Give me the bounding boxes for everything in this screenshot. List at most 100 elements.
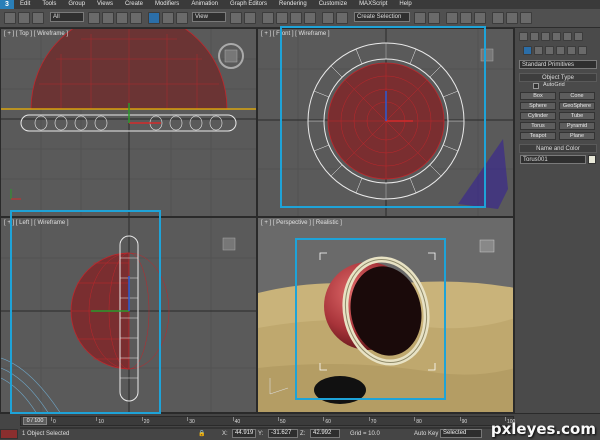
top-view-geometry [1,29,256,216]
x-coord-label: X: [222,431,228,437]
select-manipulate-icon[interactable] [244,12,256,24]
selection-filter-dropdown[interactable]: All [50,12,84,22]
menu-modifiers[interactable]: Modifiers [149,0,185,9]
auto-key-label[interactable]: Auto Key [414,431,438,437]
rendered-frame-icon[interactable] [506,12,518,24]
menu-customize[interactable]: Customize [313,0,353,9]
timeline-tick-label: 80 [416,419,422,425]
timeline-tick-label: 70 [370,419,377,425]
angle-snap-icon[interactable] [276,12,288,24]
bind-space-warp-icon[interactable] [32,12,44,24]
utilities-tab-icon[interactable] [574,32,583,41]
motion-tab-icon[interactable] [552,32,561,41]
time-slider[interactable]: 0 / 100 0 10 20 30 40 50 60 70 80 90 100 [20,416,515,426]
graphite-ribbon-icon[interactable] [428,12,440,24]
select-by-name-icon[interactable] [102,12,114,24]
cylinder-button[interactable]: Cylinder [520,112,556,120]
viewport-perspective-label[interactable]: [ + ] [ Perspective ] [ Realistic ] [261,220,342,226]
menu-edit[interactable]: Edit [14,0,36,9]
object-color-swatch[interactable] [588,155,596,164]
plane-button[interactable]: Plane [559,132,595,140]
highlight-box-perspective [295,238,446,400]
menu-animation[interactable]: Animation [185,0,224,9]
menu-help[interactable]: Help [393,0,417,9]
window-crossing-icon[interactable] [130,12,142,24]
time-slider-thumb[interactable]: 0 / 100 [23,417,47,425]
helpers-icon[interactable] [567,46,576,55]
render-setup-icon[interactable] [492,12,504,24]
material-editor-icon[interactable] [474,12,486,24]
schematic-view-icon[interactable] [460,12,472,24]
object-type-rollout[interactable]: Object Type [519,73,597,82]
create-tab-icon[interactable] [519,32,528,41]
pyramid-button[interactable]: Pyramid [559,122,595,130]
timeline-tick [414,417,416,421]
menu-create[interactable]: Create [119,0,149,9]
y-coord-label: Y: [258,431,264,437]
y-coord-field[interactable]: -31.627 [268,429,298,438]
sphere-button[interactable]: Sphere [520,102,556,110]
spinner-snap-icon[interactable] [304,12,316,24]
category-dropdown[interactable]: Standard Primitives [519,60,597,69]
box-button[interactable]: Box [520,92,556,100]
menu-rendering[interactable]: Rendering [273,0,313,9]
select-and-rotate-icon[interactable] [162,12,174,24]
select-and-move-icon[interactable] [148,12,160,24]
space-warps-icon[interactable] [578,46,587,55]
menu-bar: 3 Edit Tools Group Views Create Modifier… [0,0,600,9]
viewport-top[interactable]: [ + ] [ Top ] [ Wireframe ] [0,28,257,217]
selection-status: 1 Object Selected [22,431,70,437]
torus-button[interactable]: Torus [520,122,556,130]
maxscript-listener[interactable] [0,429,18,439]
menu-group[interactable]: Group [62,0,91,9]
geosphere-button[interactable]: GeoSphere [559,102,595,110]
layer-manager-icon[interactable] [414,12,426,24]
lock-selection-icon[interactable]: 🔒 [198,430,205,437]
hierarchy-tab-icon[interactable] [541,32,550,41]
modify-tab-icon[interactable] [530,32,539,41]
pivot-center-icon[interactable] [230,12,242,24]
mirror-icon[interactable] [336,12,348,24]
timeline-tick-label: 40 [234,419,241,425]
snaps-toggle-icon[interactable] [262,12,274,24]
timeline-tick [323,417,325,421]
select-object-icon[interactable] [88,12,100,24]
display-tab-icon[interactable] [563,32,572,41]
render-production-icon[interactable] [520,12,532,24]
select-and-scale-icon[interactable] [176,12,188,24]
app-logo-icon[interactable]: 3 [0,0,14,9]
grid-size-text: Grid = 10.0 [350,431,380,437]
timeline-tick-label: 50 [280,419,286,425]
link-icon[interactable] [4,12,16,24]
menu-graph-editors[interactable]: Graph Editors [224,0,273,9]
percent-snap-icon[interactable] [290,12,302,24]
z-coord-field[interactable]: 42.992 [310,429,340,438]
lights-icon[interactable] [545,46,554,55]
cone-button[interactable]: Cone [559,92,595,100]
edit-named-selection-icon[interactable] [322,12,334,24]
timeline-tick-label: 0 [53,419,56,425]
menu-tools[interactable]: Tools [36,0,62,9]
name-and-color-rollout[interactable]: Name and Color [519,144,597,153]
rectangular-selection-icon[interactable] [116,12,128,24]
z-coord-label: Z: [300,431,306,437]
x-coord-field[interactable]: 44.919 [232,429,256,438]
timeline-tick [232,417,234,421]
reference-coordinate-dropdown[interactable]: View [192,12,226,22]
teapot-button[interactable]: Teapot [520,132,556,140]
viewport-top-label[interactable]: [ + ] [ Top ] [ Wireframe ] [4,31,68,37]
menu-maxscript[interactable]: MAXScript [353,0,393,9]
menu-views[interactable]: Views [91,0,119,9]
cameras-icon[interactable] [556,46,565,55]
named-selection-dropdown[interactable]: Create Selection [354,12,410,22]
autogrid-checkbox[interactable] [533,83,539,89]
command-panel: Standard Primitives Object Type AutoGrid… [514,28,600,413]
timeline-tick [141,417,143,421]
curve-editor-icon[interactable] [446,12,458,24]
key-filter-dropdown[interactable]: Selected [440,429,482,438]
geometry-icon[interactable] [523,46,532,55]
tube-button[interactable]: Tube [559,112,595,120]
object-name-field[interactable]: Torus001 [520,155,586,164]
unlink-icon[interactable] [18,12,30,24]
shapes-icon[interactable] [534,46,543,55]
